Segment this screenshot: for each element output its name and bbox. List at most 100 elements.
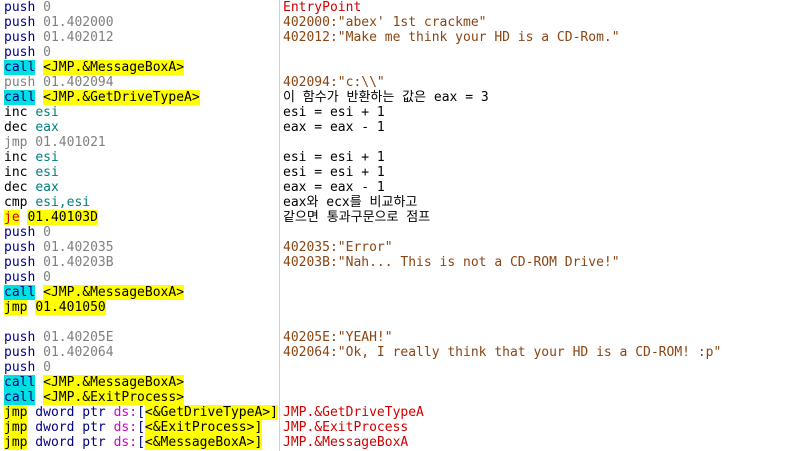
instruction-token: esi,esi xyxy=(35,195,91,210)
disassembly-line[interactable]: call <JMP.&ExitProcess> xyxy=(0,390,791,405)
instruction-cell[interactable]: jmp dword ptr ds:[<&ExitProcess>] xyxy=(4,420,279,435)
comment-cell[interactable] xyxy=(283,270,789,285)
disassembly-line[interactable]: jmp dword ptr ds:[<&GetDriveTypeA>] JMP.&… xyxy=(0,405,791,420)
instruction-cell[interactable]: push 01.40203B xyxy=(4,255,279,270)
disassembly-line[interactable]: push 0 xyxy=(0,270,791,285)
instruction-cell[interactable]: jmp dword ptr ds:[<&GetDriveTypeA>] xyxy=(4,405,279,420)
disassembly-line[interactable] xyxy=(0,315,791,330)
instruction-token: ds: xyxy=(113,435,138,450)
instruction-token: cmp xyxy=(4,195,28,210)
comment-cell[interactable] xyxy=(283,135,789,150)
instruction-cell[interactable]: push 01.402035 xyxy=(4,240,279,255)
instruction-cell[interactable]: call <JMP.&MessageBoxA> xyxy=(4,285,279,300)
comment-cell[interactable] xyxy=(283,360,789,375)
comment-cell[interactable]: esi = esi + 1 xyxy=(283,150,789,165)
instruction-cell[interactable]: dec eax xyxy=(4,120,279,135)
instruction-cell[interactable]: push 0 xyxy=(4,225,279,240)
comment-cell[interactable]: eax = eax - 1 xyxy=(283,120,789,135)
comment-cell[interactable]: 402012:"Make me think your HD is a CD-Ro… xyxy=(283,30,789,45)
instruction-cell[interactable]: call <JMP.&ExitProcess> xyxy=(4,390,279,405)
instruction-cell[interactable]: push 0 xyxy=(4,0,279,15)
disassembly-line[interactable]: push 01.402012 402012:"Make me think your… xyxy=(0,30,791,45)
instruction-cell[interactable]: push 01.402094 xyxy=(4,75,279,90)
instruction-token: <&ExitProcess>] xyxy=(144,420,263,435)
comment-cell[interactable]: esi = esi + 1 xyxy=(283,105,789,120)
instruction-cell[interactable]: push 0 xyxy=(4,270,279,285)
comment-cell[interactable] xyxy=(283,225,789,240)
disassembly-line[interactable]: call <JMP.&MessageBoxA> xyxy=(0,60,791,75)
disassembly-line[interactable]: jmp 01.401050 xyxy=(0,300,791,315)
instruction-cell[interactable]: push 01.402064 xyxy=(4,345,279,360)
disassembly-line[interactable]: push 01.402000 402000:"abex' 1st crackme" xyxy=(0,15,791,30)
disassembly-line[interactable]: push 01.40203B 40203B:"Nah... This is not… xyxy=(0,255,791,270)
instruction-cell[interactable]: jmp 01.401050 xyxy=(4,300,279,315)
comment-cell[interactable]: 40203B:"Nah... This is not a CD-ROM Driv… xyxy=(283,255,789,270)
disassembly-line[interactable]: push 01.402035 402035:"Error" xyxy=(0,240,791,255)
comment-cell[interactable]: eax와 ecx를 비교하고 xyxy=(283,195,789,210)
comment-cell[interactable] xyxy=(283,45,789,60)
disassembly-line[interactable]: jmp 01.401021 xyxy=(0,135,791,150)
instruction-cell[interactable]: push 0 xyxy=(4,45,279,60)
disassembly-line[interactable]: jmp dword ptr ds:[<&ExitProcess>] JMP.&Ex… xyxy=(0,420,791,435)
instruction-token: 01.40205E xyxy=(35,330,114,345)
instruction-token: 01.401021 xyxy=(27,135,106,150)
instruction-token: inc xyxy=(4,150,28,165)
disassembly-line[interactable]: push 0 xyxy=(0,360,791,375)
instruction-token: jmp xyxy=(4,420,28,435)
comment-cell[interactable]: 402094:"c:\\" xyxy=(283,75,789,90)
comment-cell[interactable]: 40205E:"YEAH!" xyxy=(283,330,789,345)
instruction-cell[interactable]: inc esi xyxy=(4,150,279,165)
comment-cell[interactable] xyxy=(283,315,789,330)
instruction-token: call xyxy=(4,375,36,390)
comment-cell[interactable]: JMP.&MessageBoxA xyxy=(283,435,789,450)
disassembly-line[interactable]: call <JMP.&MessageBoxA> xyxy=(0,285,791,300)
comment-cell[interactable] xyxy=(283,375,789,390)
disassembly-line[interactable]: push 01.40205E 40205E:"YEAH!" xyxy=(0,330,791,345)
disassembly-line[interactable]: push 01.402064 402064:"Ok, I really think… xyxy=(0,345,791,360)
disassembly-line[interactable]: dec eax eax = eax - 1 xyxy=(0,180,791,195)
instruction-cell[interactable]: push 01.402000 xyxy=(4,15,279,30)
instruction-cell[interactable]: push 01.402012 xyxy=(4,30,279,45)
disassembly-line[interactable]: jmp dword ptr ds:[<&MessageBoxA>] JMP.&Me… xyxy=(0,435,791,450)
instruction-cell[interactable]: cmp esi,esi xyxy=(4,195,279,210)
comment-cell[interactable]: JMP.&GetDriveTypeA xyxy=(283,405,789,420)
instruction-cell[interactable]: dec eax xyxy=(4,180,279,195)
instruction-cell[interactable]: je 01.40103D xyxy=(4,210,279,225)
instruction-cell[interactable]: call <JMP.&GetDriveTypeA> xyxy=(4,90,279,105)
instruction-cell[interactable]: inc esi xyxy=(4,105,279,120)
comment-cell[interactable]: 같으면 통과구문으로 점프 xyxy=(283,210,789,225)
disassembly-line[interactable]: inc esi esi = esi + 1 xyxy=(0,150,791,165)
instruction-cell[interactable]: jmp 01.401021 xyxy=(4,135,279,150)
instruction-cell[interactable]: push 01.40205E xyxy=(4,330,279,345)
instruction-cell[interactable]: jmp dword ptr ds:[<&MessageBoxA>] xyxy=(4,435,279,450)
comment-cell[interactable]: 이 함수가 반환하는 값은 eax = 3 xyxy=(283,90,789,105)
comment-cell[interactable] xyxy=(283,285,789,300)
disassembly-line[interactable]: cmp esi,esi eax와 ecx를 비교하고 xyxy=(0,195,791,210)
comment-cell[interactable]: eax = eax - 1 xyxy=(283,180,789,195)
instruction-cell[interactable]: call <JMP.&MessageBoxA> xyxy=(4,60,279,75)
instruction-cell[interactable] xyxy=(4,315,279,330)
comment-cell[interactable]: EntryPoint xyxy=(283,0,789,15)
instruction-token xyxy=(35,390,43,405)
disassembly-line[interactable]: inc esi esi = esi + 1 xyxy=(0,165,791,180)
disassembly-line[interactable]: je 01.40103D 같으면 통과구문으로 점프 xyxy=(0,210,791,225)
disassembly-line[interactable]: push 0 xyxy=(0,45,791,60)
comment-cell[interactable]: esi = esi + 1 xyxy=(283,165,789,180)
disassembly-line[interactable]: call <JMP.&GetDriveTypeA> 이 함수가 반환하는 값은 e… xyxy=(0,90,791,105)
instruction-cell[interactable]: inc esi xyxy=(4,165,279,180)
disassembly-line[interactable]: inc esi esi = esi + 1 xyxy=(0,105,791,120)
disassembly-line[interactable]: push 0 EntryPoint xyxy=(0,0,791,15)
disassembly-line[interactable]: dec eax eax = eax - 1 xyxy=(0,120,791,135)
comment-cell[interactable]: 402035:"Error" xyxy=(283,240,789,255)
instruction-cell[interactable]: push 0 xyxy=(4,360,279,375)
disassembly-line[interactable]: push 0 xyxy=(0,225,791,240)
disassembly-line[interactable]: call <JMP.&MessageBoxA> xyxy=(0,375,791,390)
comment-cell[interactable] xyxy=(283,390,789,405)
comment-cell[interactable] xyxy=(283,60,789,75)
instruction-cell[interactable]: call <JMP.&MessageBoxA> xyxy=(4,375,279,390)
comment-cell[interactable]: 402000:"abex' 1st crackme" xyxy=(283,15,789,30)
comment-cell[interactable]: JMP.&ExitProcess xyxy=(283,420,789,435)
disassembly-line[interactable]: push 01.402094 402094:"c:\\" xyxy=(0,75,791,90)
comment-cell[interactable] xyxy=(283,300,789,315)
comment-cell[interactable]: 402064:"Ok, I really think that your HD … xyxy=(283,345,789,360)
